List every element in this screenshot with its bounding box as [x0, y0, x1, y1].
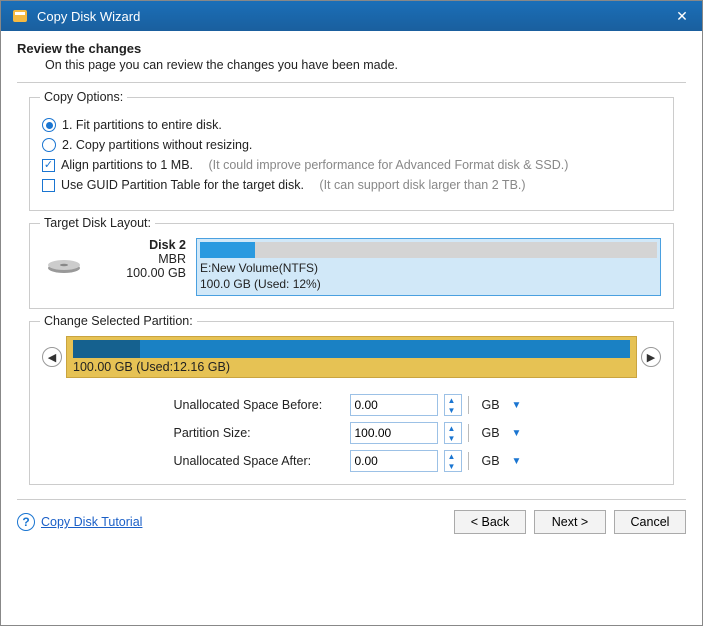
volume-usage: 100.0 GB (Used: 12%)	[200, 277, 657, 293]
option-align-partitions[interactable]: Align partitions to 1 MB. (It could impr…	[42, 158, 661, 172]
window-title: Copy Disk Wizard	[37, 9, 672, 24]
close-icon[interactable]: ✕	[672, 8, 692, 25]
partition-size-stepper[interactable]: ▲▼	[444, 422, 462, 444]
divider	[17, 82, 686, 83]
option-hint: (It could improve performance for Advanc…	[209, 158, 569, 172]
partition-box[interactable]: 100.00 GB (Used:12.16 GB)	[66, 336, 637, 378]
space-before-input[interactable]	[350, 394, 438, 416]
footer: ? Copy Disk Tutorial < Back Next > Cance…	[17, 499, 686, 544]
option-hint: (It can support disk larger than 2 TB.)	[319, 178, 525, 192]
radio-icon	[42, 138, 56, 152]
copy-options-legend: Copy Options:	[40, 90, 127, 104]
disk-info: Disk 2 MBR 100.00 GB	[96, 238, 186, 296]
space-before-label: Unallocated Space Before:	[174, 398, 344, 412]
partition-label: 100.00 GB (Used:12.16 GB)	[73, 360, 630, 374]
scroll-right-button[interactable]: ▶	[641, 347, 661, 367]
volume-usage-bar	[200, 242, 657, 258]
space-after-input[interactable]	[350, 450, 438, 472]
page-title: Review the changes	[17, 41, 686, 56]
target-disk-group: Target Disk Layout: Disk 2 MBR 100.00 GB…	[29, 223, 674, 309]
volume-name: E:New Volume(NTFS)	[200, 261, 657, 277]
option-copy-without-resize[interactable]: 2. Copy partitions without resizing.	[42, 138, 661, 152]
disk-type: MBR	[96, 252, 186, 266]
change-partition-group: Change Selected Partition: ◀ 100.00 GB (…	[29, 321, 674, 485]
option-label: Align partitions to 1 MB.	[61, 158, 193, 172]
space-before-stepper[interactable]: ▲▼	[444, 394, 462, 416]
space-after-stepper[interactable]: ▲▼	[444, 450, 462, 472]
separator	[468, 396, 476, 414]
checkbox-icon	[42, 179, 55, 192]
unit-dropdown[interactable]: ▼	[512, 428, 530, 439]
radio-icon	[42, 118, 56, 132]
option-label: 1. Fit partitions to entire disk.	[62, 118, 222, 132]
separator	[468, 424, 476, 442]
unit-dropdown[interactable]: ▼	[512, 456, 530, 467]
space-after-label: Unallocated Space After:	[174, 454, 344, 468]
change-partition-legend: Change Selected Partition:	[40, 314, 197, 328]
disk-icon	[42, 238, 86, 282]
next-button[interactable]: Next >	[534, 510, 606, 534]
checkbox-icon	[42, 159, 55, 172]
disk-name: Disk 2	[96, 238, 186, 252]
partition-size-label: Partition Size:	[174, 426, 344, 440]
option-label: 2. Copy partitions without resizing.	[62, 138, 252, 152]
page-subtitle: On this page you can review the changes …	[45, 58, 686, 72]
unit-dropdown[interactable]: ▼	[512, 400, 530, 411]
option-fit-partitions[interactable]: 1. Fit partitions to entire disk.	[42, 118, 661, 132]
option-label: Use GUID Partition Table for the target …	[61, 178, 304, 192]
disk-size: 100.00 GB	[96, 266, 186, 280]
app-icon	[11, 7, 29, 25]
tutorial-link[interactable]: Copy Disk Tutorial	[41, 515, 142, 529]
separator	[468, 452, 476, 470]
partition-bar[interactable]	[73, 340, 630, 358]
target-disk-legend: Target Disk Layout:	[40, 216, 155, 230]
help-icon[interactable]: ?	[17, 513, 35, 531]
option-use-gpt[interactable]: Use GUID Partition Table for the target …	[42, 178, 661, 192]
cancel-button[interactable]: Cancel	[614, 510, 686, 534]
unit-label: GB	[482, 454, 506, 468]
back-button[interactable]: < Back	[454, 510, 526, 534]
scroll-left-button[interactable]: ◀	[42, 347, 62, 367]
unit-label: GB	[482, 426, 506, 440]
copy-options-group: Copy Options: 1. Fit partitions to entir…	[29, 97, 674, 211]
volume-box[interactable]: E:New Volume(NTFS) 100.0 GB (Used: 12%)	[196, 238, 661, 296]
unit-label: GB	[482, 398, 506, 412]
titlebar: Copy Disk Wizard ✕	[1, 1, 702, 31]
partition-size-input[interactable]	[350, 422, 438, 444]
